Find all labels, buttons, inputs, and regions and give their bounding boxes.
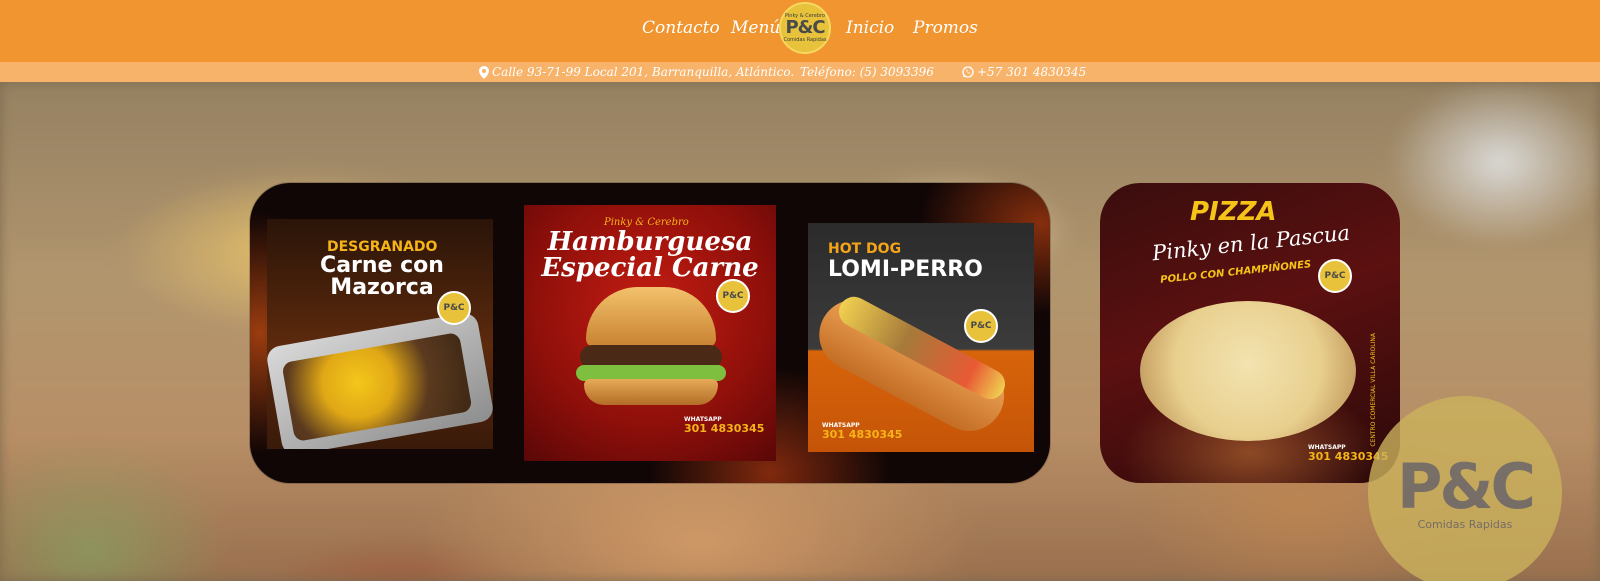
promo-badge-logo: P&C <box>964 309 998 343</box>
phone-text[interactable]: Teléfono: (5) 3093396 <box>800 65 934 79</box>
promo-card-lomi-perro[interactable]: HOT DOG LOMI-PERRO P&C WHATSAPP 301 4830… <box>808 223 1034 452</box>
pizza-location-text: CENTRO COMERCIAL VILLA CAROLINA <box>1370 333 1377 447</box>
logo-mark-text: P&C <box>785 17 825 38</box>
location-pin-icon <box>479 65 489 79</box>
promo-badge-logo: P&C <box>716 279 750 313</box>
nav-link-menu[interactable]: Menú <box>731 18 780 38</box>
site-logo[interactable]: Pinky & Cerebro P&C Comidas Rapidas <box>779 2 831 54</box>
watermark-logo-mark: P&C <box>1396 449 1536 523</box>
pizza-tag: POLLO CON CHAMPIÑONES <box>1159 259 1312 286</box>
burger-bun-image <box>586 287 716 347</box>
whatsapp-number: 301 4830345 <box>684 422 765 436</box>
promo-carousel-panel: DESGRANADO Carne con Mazorca P&C Pinky &… <box>250 183 1050 483</box>
promo-card-hamburguesa[interactable]: Pinky & Cerebro Hamburguesa Especial Car… <box>524 205 776 461</box>
pizza-title: PIZZA <box>1190 197 1277 227</box>
promo-title: LOMI-PERRO <box>828 257 983 282</box>
promo-title: Hamburguesa Especial Carne <box>541 227 759 283</box>
promo-title: Carne con Mazorca <box>320 253 444 300</box>
nav-link-contacto[interactable]: Contacto <box>642 18 720 38</box>
nav-link-inicio[interactable]: Inicio <box>846 18 894 38</box>
promo-whatsapp: WHATSAPP 301 4830345 <box>822 422 903 442</box>
whatsapp-info: +57 301 4830345 <box>962 65 1086 79</box>
phone-info: Teléfono: (5) 3093396 <box>800 65 934 79</box>
address-text: Calle 93-71-99 Local 201, Barranquilla, … <box>492 65 795 79</box>
promo-badge-logo: P&C <box>437 291 471 325</box>
whatsapp-number: 301 4830345 <box>822 428 903 442</box>
watermark-logo-sub: Comidas Rapidas <box>1417 517 1513 531</box>
promo-whatsapp: WHATSAPP 301 4830345 <box>684 416 765 436</box>
logo-sub-text: Comidas Rapidas <box>783 37 827 43</box>
contact-info-bar: Calle 93-71-99 Local 201, Barranquilla, … <box>0 62 1600 82</box>
promo-card-pizza[interactable]: PIZZA Pinky en la Pascua POLLO CON CHAMP… <box>1100 183 1400 483</box>
whatsapp-icon <box>962 66 974 78</box>
whatsapp-text[interactable]: +57 301 4830345 <box>977 65 1086 79</box>
watermark-logo: P&C Comidas Rapidas <box>1368 396 1562 581</box>
promo-badge-logo: P&C <box>1318 259 1352 293</box>
top-navigation-bar: Contacto Menú Pinky & Cerebro P&C Comida… <box>0 0 1600 62</box>
burger-bottom-bun-image <box>584 379 718 405</box>
promo-card-desgranado[interactable]: DESGRANADO Carne con Mazorca P&C <box>267 219 493 449</box>
promo-kicker: HOT DOG <box>828 241 902 257</box>
nav-link-promos[interactable]: Promos <box>913 18 978 38</box>
address-info: Calle 93-71-99 Local 201, Barranquilla, … <box>479 65 794 79</box>
pizza-image <box>1140 301 1356 441</box>
